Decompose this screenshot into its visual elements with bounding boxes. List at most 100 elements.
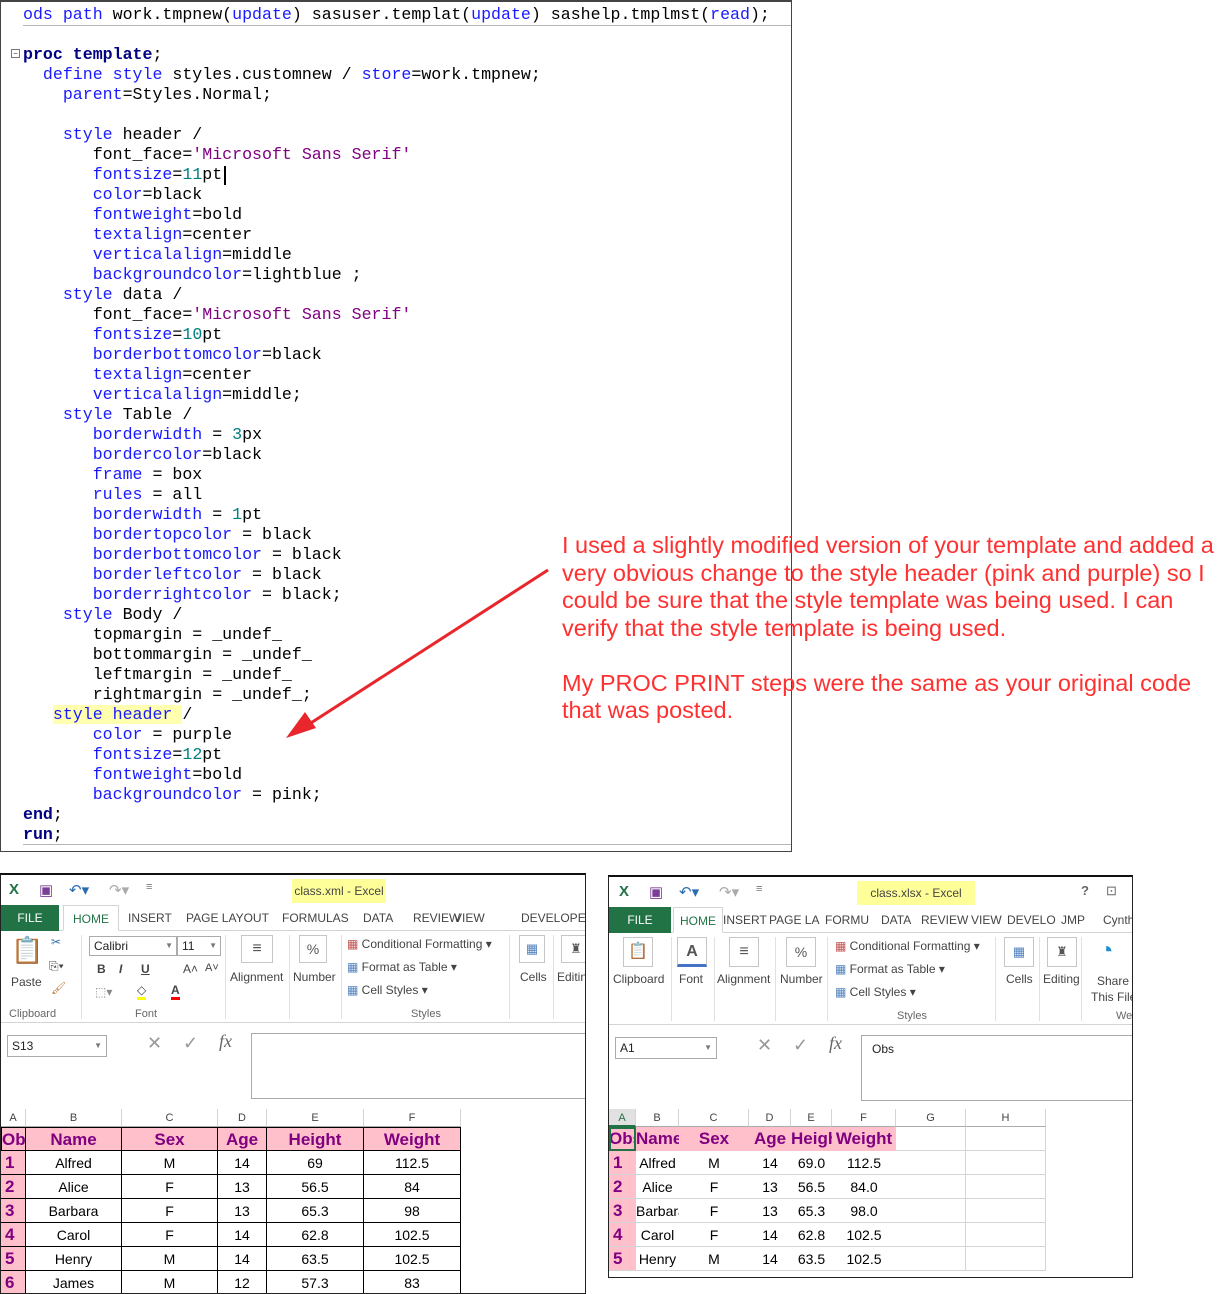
data-cell[interactable]: 102.5 xyxy=(832,1223,896,1247)
italic-button[interactable]: I xyxy=(119,962,122,976)
header-cell-sex[interactable]: Sex xyxy=(122,1127,218,1151)
tab-view[interactable]: VIEW xyxy=(971,907,1002,933)
data-cell[interactable]: 56.5 xyxy=(267,1175,364,1199)
data-cell[interactable]: 83 xyxy=(364,1271,461,1293)
data-cell[interactable]: F xyxy=(679,1175,749,1199)
obs-cell[interactable]: 3 xyxy=(1,1199,26,1223)
cells-button[interactable]: Cells xyxy=(520,970,547,984)
data-cell[interactable]: 112.5 xyxy=(364,1151,461,1175)
empty-cell[interactable] xyxy=(966,1199,1046,1223)
data-cell[interactable]: M xyxy=(679,1247,749,1271)
column-header-D[interactable]: D xyxy=(218,1109,267,1127)
data-cell[interactable]: F xyxy=(122,1175,218,1199)
data-cell[interactable]: 102.5 xyxy=(364,1247,461,1271)
share-button-line2[interactable]: This File xyxy=(1091,990,1132,1004)
empty-cell[interactable] xyxy=(896,1127,966,1151)
tab-develo[interactable]: DEVELO xyxy=(1007,907,1056,933)
data-cell[interactable]: 69.0 xyxy=(791,1151,832,1175)
alignment-button[interactable]: Alignment xyxy=(717,972,770,986)
data-cell[interactable]: M xyxy=(122,1151,218,1175)
tab-developer[interactable]: DEVELOPER xyxy=(521,905,585,931)
worksheet-grid[interactable]: ABCDEFGH123456ObsNameSexAgeHeightWeight1… xyxy=(609,1109,1132,1277)
cancel-icon[interactable]: ✕ xyxy=(757,1035,772,1056)
editing-button[interactable]: Editin xyxy=(557,970,585,984)
font-size-dropdown[interactable]: 11 ▼ xyxy=(177,936,221,956)
share-icon[interactable]: ◔ xyxy=(1099,937,1114,965)
column-header-F[interactable]: F xyxy=(832,1109,896,1127)
format-as-table-button[interactable]: ▦ Format as Table ▾ xyxy=(347,960,457,974)
data-cell[interactable]: 63.5 xyxy=(791,1247,832,1271)
data-cell[interactable]: Barbara xyxy=(26,1199,122,1223)
font-button[interactable]: Font xyxy=(679,972,703,986)
data-cell[interactable]: Henry xyxy=(636,1247,679,1271)
grow-font-icon[interactable]: A˄ xyxy=(183,962,198,976)
tab-data[interactable]: DATA xyxy=(363,905,393,931)
copy-icon[interactable]: ⎘▾ xyxy=(49,959,64,974)
obs-cell[interactable]: 4 xyxy=(609,1223,636,1247)
tab-home[interactable]: HOME xyxy=(673,907,723,933)
column-header-B[interactable]: B xyxy=(636,1109,679,1127)
save-icon[interactable]: ▣ xyxy=(649,883,663,901)
enter-icon[interactable]: ✓ xyxy=(793,1035,808,1056)
percent-icon[interactable]: % xyxy=(786,937,816,967)
header-cell-name[interactable]: Name xyxy=(26,1127,122,1151)
conditional-formatting-button[interactable]: ▦ Conditional Formatting ▾ xyxy=(835,939,980,953)
redo-icon[interactable]: ↷▾ xyxy=(109,881,129,899)
undo-icon[interactable]: ↶▾ xyxy=(679,883,699,901)
data-cell[interactable]: Alice xyxy=(26,1175,122,1199)
tab-view[interactable]: VIEW xyxy=(454,905,485,931)
number-button[interactable]: Number xyxy=(780,972,823,986)
data-cell[interactable]: 84 xyxy=(364,1175,461,1199)
column-header-C[interactable]: C xyxy=(122,1109,218,1127)
column-header-F[interactable]: F xyxy=(364,1109,461,1127)
data-cell[interactable]: 98 xyxy=(364,1199,461,1223)
header-cell-name[interactable]: Name xyxy=(636,1127,679,1151)
ribbon-display-options-icon[interactable]: ⊡ xyxy=(1106,883,1117,899)
clipboard-icon[interactable]: 📋 xyxy=(623,937,653,967)
tab-formulas[interactable]: FORMULAS xyxy=(282,905,349,931)
data-cell[interactable]: 84.0 xyxy=(832,1175,896,1199)
data-cell[interactable]: 13 xyxy=(218,1175,267,1199)
data-cell[interactable]: 14 xyxy=(749,1247,791,1271)
borders-icon[interactable]: ⬚▾ xyxy=(95,985,112,999)
tab-data[interactable]: DATA xyxy=(881,907,911,933)
empty-cell[interactable] xyxy=(896,1223,966,1247)
data-cell[interactable]: 63.5 xyxy=(267,1247,364,1271)
column-header-B[interactable]: B xyxy=(26,1109,122,1127)
column-header-A[interactable]: A xyxy=(1,1109,26,1127)
align-icon[interactable]: ≡ xyxy=(729,937,759,967)
data-cell[interactable]: 98.0 xyxy=(832,1199,896,1223)
name-box[interactable]: S13 ▼ xyxy=(7,1035,107,1057)
redo-icon[interactable]: ↷▾ xyxy=(719,883,739,901)
tab-review[interactable]: REVIEW xyxy=(921,907,968,933)
data-cell[interactable]: 62.8 xyxy=(791,1223,832,1247)
cells-button[interactable]: Cells xyxy=(1006,972,1033,986)
data-cell[interactable]: James xyxy=(26,1271,122,1293)
cell-styles-button[interactable]: ▦ Cell Styles ▾ xyxy=(835,985,916,999)
formula-bar[interactable] xyxy=(251,1033,585,1099)
cells-icon[interactable]: ▦ xyxy=(519,935,545,963)
column-header-D[interactable]: D xyxy=(749,1109,791,1127)
data-cell[interactable]: Alice xyxy=(636,1175,679,1199)
data-cell[interactable]: F xyxy=(122,1223,218,1247)
data-cell[interactable]: 62.8 xyxy=(267,1223,364,1247)
data-cell[interactable]: 14 xyxy=(218,1223,267,1247)
data-cell[interactable]: F xyxy=(679,1223,749,1247)
insert-function-icon[interactable]: fx xyxy=(219,1031,232,1052)
collapse-icon[interactable]: − xyxy=(11,49,20,58)
data-cell[interactable]: Carol xyxy=(26,1223,122,1247)
undo-icon[interactable]: ↶▾ xyxy=(69,881,89,899)
obs-cell[interactable]: 4 xyxy=(1,1223,26,1247)
obs-cell[interactable]: 5 xyxy=(609,1247,636,1271)
obs-cell[interactable]: 2 xyxy=(609,1175,636,1199)
empty-cell[interactable] xyxy=(966,1151,1046,1175)
column-header-H[interactable]: H xyxy=(966,1109,1046,1127)
tab-page-layout[interactable]: PAGE LAYOUT xyxy=(186,905,269,931)
data-cell[interactable]: 12 xyxy=(218,1271,267,1293)
insert-function-icon[interactable]: fx xyxy=(829,1033,842,1054)
obs-cell[interactable]: 3 xyxy=(609,1199,636,1223)
cells-icon[interactable]: ▦ xyxy=(1004,937,1034,967)
data-cell[interactable]: 13 xyxy=(218,1199,267,1223)
save-icon[interactable]: ▣ xyxy=(39,881,53,899)
enter-icon[interactable]: ✓ xyxy=(183,1033,198,1054)
